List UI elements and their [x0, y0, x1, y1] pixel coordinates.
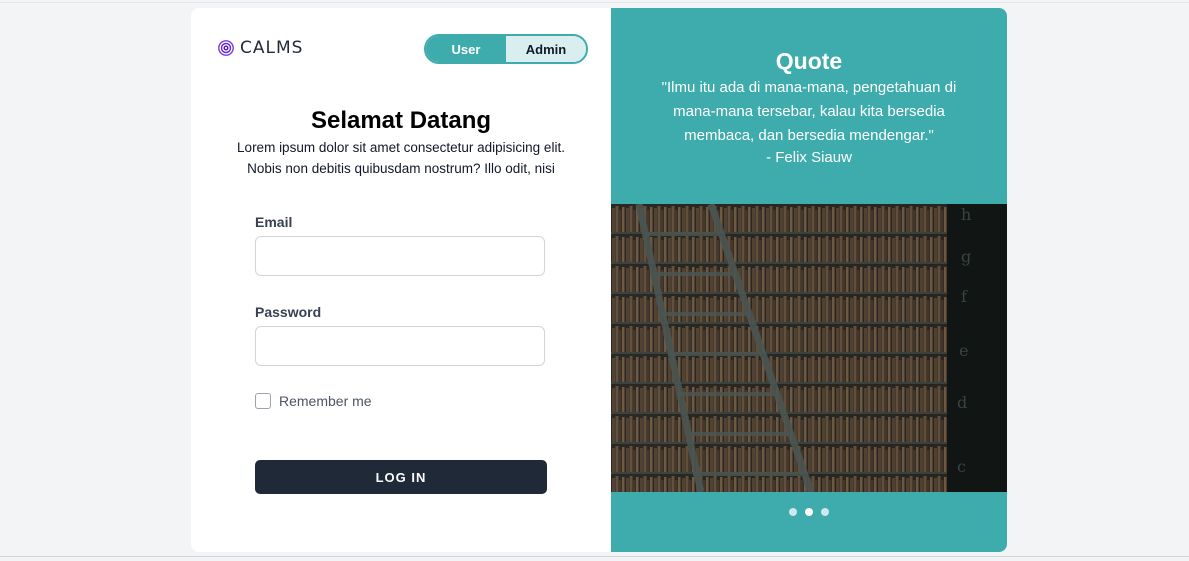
- page: CALMS User Admin Selamat Datang Lorem ip…: [0, 0, 1189, 561]
- brand-name: CALMS: [240, 38, 304, 58]
- login-button[interactable]: LOG IN: [255, 460, 547, 494]
- svg-text:h: h: [961, 205, 971, 224]
- login-card: CALMS User Admin Selamat Datang Lorem ip…: [191, 8, 1007, 552]
- welcome-subtitle-line2: Nobis non debitis quibusdam nostrum? Ill…: [247, 161, 555, 176]
- login-panel: CALMS User Admin Selamat Datang Lorem ip…: [191, 8, 611, 552]
- svg-text:e: e: [959, 341, 968, 360]
- carousel-dot-active[interactable]: [805, 508, 813, 516]
- password-label: Password: [255, 304, 322, 320]
- email-label: Email: [255, 214, 293, 230]
- carousel-dot[interactable]: [821, 508, 829, 516]
- bottom-divider: [0, 556, 1189, 557]
- svg-text:g: g: [961, 247, 971, 266]
- remember-checkbox[interactable]: [255, 393, 271, 409]
- library-bookshelf-image: h g f e d c: [611, 204, 1007, 492]
- quote-panel: Quote "Ilmu itu ada di mana-mana, penget…: [611, 8, 1007, 552]
- quote-title: Quote: [775, 48, 843, 74]
- password-field[interactable]: [255, 326, 545, 366]
- svg-text:c: c: [957, 457, 966, 476]
- carousel-indicators: [611, 508, 1007, 516]
- welcome-title: Selamat Datang: [310, 107, 492, 134]
- spiral-logo-icon: [218, 40, 234, 56]
- quote-text: "Ilmu itu ada di mana-mana, pengetahuan …: [661, 79, 957, 144]
- welcome-subtitle: Lorem ipsum dolor sit amet consectetur a…: [221, 137, 581, 179]
- remember-label: Remember me: [279, 393, 372, 409]
- role-user-option[interactable]: User: [426, 36, 506, 62]
- svg-text:d: d: [957, 393, 967, 412]
- quote-author: - Felix Siauw: [766, 149, 852, 166]
- role-admin-option[interactable]: Admin: [506, 36, 586, 62]
- welcome-subtitle-line1: Lorem ipsum dolor sit amet consectetur a…: [237, 140, 565, 155]
- role-toggle: User Admin: [424, 34, 588, 64]
- remember-me[interactable]: Remember me: [255, 393, 372, 409]
- brand-logo[interactable]: CALMS: [217, 38, 303, 58]
- email-field[interactable]: [255, 236, 545, 276]
- carousel-dot[interactable]: [789, 508, 797, 516]
- top-divider: [0, 2, 1189, 3]
